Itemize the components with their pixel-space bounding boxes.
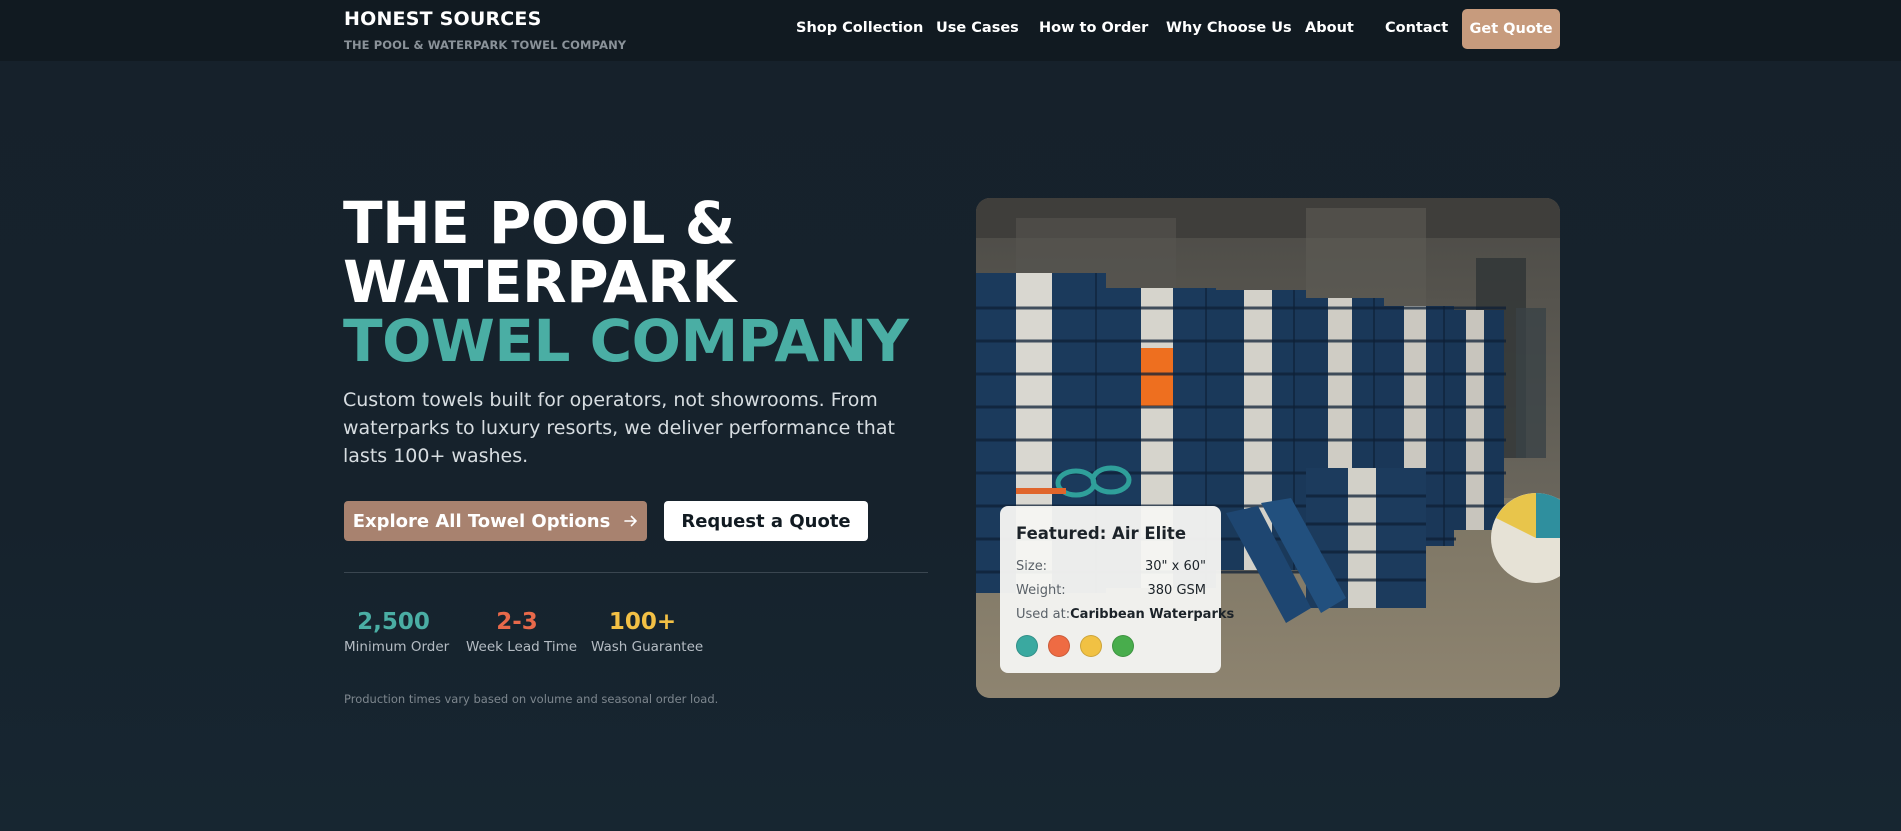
brand-tagline: THE POOL & WATERPARK TOWEL COMPANY bbox=[344, 38, 627, 52]
color-swatch-yellow[interactable] bbox=[1080, 635, 1102, 657]
hero-divider bbox=[344, 572, 928, 573]
explore-button-label: Explore All Towel Options bbox=[352, 510, 611, 532]
featured-title: Featured: Air Elite bbox=[1016, 524, 1187, 543]
color-swatch-green[interactable] bbox=[1112, 635, 1134, 657]
stat-lead-time: 2-3 Week Lead Time bbox=[466, 608, 578, 655]
featured-weight-row: Weight: 380 GSM bbox=[1016, 583, 1206, 598]
hero-subcopy: Custom towels built for operators, not s… bbox=[343, 389, 895, 467]
top-navigation: HONEST SOURCES THE POOL & WATERPARK TOWE… bbox=[0, 0, 1901, 61]
nav-how-to-order[interactable]: How to Order bbox=[1039, 20, 1148, 36]
get-quote-button[interactable]: Get Quote bbox=[1462, 9, 1560, 49]
stat-value: 100+ bbox=[608, 609, 677, 635]
brand-name[interactable]: HONEST SOURCES bbox=[344, 8, 542, 30]
featured-product-card[interactable]: Featured: Air Elite Size: 30" x 60" Weig… bbox=[1000, 506, 1234, 673]
used-at-label: Used at: bbox=[1016, 607, 1071, 622]
explore-towel-options-button[interactable]: Explore All Towel Options bbox=[344, 501, 647, 541]
weight-value: 380 GSM bbox=[1147, 583, 1207, 598]
stat-wash-guarantee: 100+ Wash Guarantee bbox=[591, 608, 704, 655]
stat-value: 2,500 bbox=[357, 609, 430, 635]
featured-used-at-row: Used at:Caribbean Waterparks bbox=[1016, 607, 1234, 622]
featured-size-row: Size: 30" x 60" bbox=[1016, 559, 1206, 574]
arrow-right-icon bbox=[624, 515, 638, 527]
used-at-value: Caribbean Waterparks bbox=[1070, 607, 1235, 622]
nav-why-choose-us[interactable]: Why Choose Us bbox=[1166, 20, 1292, 36]
nav-use-cases[interactable]: Use Cases bbox=[936, 20, 1019, 36]
size-label: Size: bbox=[1016, 559, 1048, 574]
production-footnote: Production times vary based on volume an… bbox=[344, 692, 719, 706]
stat-label: Wash Guarantee bbox=[591, 639, 704, 655]
stat-label: Week Lead Time bbox=[466, 639, 578, 655]
request-quote-button[interactable]: Request a Quote bbox=[664, 501, 868, 541]
stat-minimum-order: 2,500 Minimum Order bbox=[344, 608, 450, 655]
stat-label: Minimum Order bbox=[344, 639, 450, 655]
nav-shop-collection[interactable]: Shop Collection bbox=[796, 20, 923, 36]
size-value: 30" x 60" bbox=[1144, 559, 1206, 574]
hero-headline-line-1: THE POOL & bbox=[343, 189, 735, 257]
nav-contact[interactable]: Contact bbox=[1385, 20, 1448, 36]
stat-value: 2-3 bbox=[496, 609, 538, 635]
color-swatch-orange[interactable] bbox=[1048, 635, 1070, 657]
color-swatch-teal[interactable] bbox=[1016, 635, 1038, 657]
hero-headline-line-2: WATERPARK bbox=[343, 248, 736, 316]
weight-label: Weight: bbox=[1016, 583, 1066, 598]
hero-headline-line-3: TOWEL COMPANY bbox=[343, 307, 909, 375]
nav-about[interactable]: About bbox=[1305, 20, 1354, 36]
